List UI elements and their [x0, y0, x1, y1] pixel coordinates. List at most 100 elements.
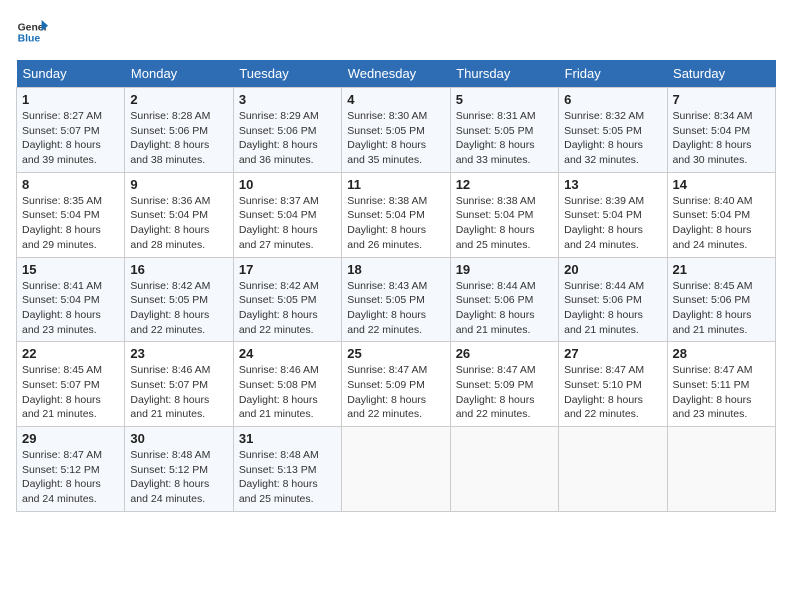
calendar-week-1: 1 Sunrise: 8:27 AM Sunset: 5:07 PM Dayli… [17, 88, 776, 173]
calendar-cell: 24 Sunrise: 8:46 AM Sunset: 5:08 PM Dayl… [233, 342, 341, 427]
day-info: Sunrise: 8:42 AM Sunset: 5:05 PM Dayligh… [130, 279, 227, 338]
day-number: 17 [239, 262, 336, 277]
calendar-cell: 9 Sunrise: 8:36 AM Sunset: 5:04 PM Dayli… [125, 172, 233, 257]
calendar-cell: 2 Sunrise: 8:28 AM Sunset: 5:06 PM Dayli… [125, 88, 233, 173]
day-number: 15 [22, 262, 119, 277]
day-info: Sunrise: 8:47 AM Sunset: 5:11 PM Dayligh… [673, 363, 770, 422]
calendar-cell [342, 427, 450, 512]
calendar-cell: 30 Sunrise: 8:48 AM Sunset: 5:12 PM Dayl… [125, 427, 233, 512]
day-number: 7 [673, 92, 770, 107]
col-friday: Friday [559, 60, 667, 88]
calendar-cell: 5 Sunrise: 8:31 AM Sunset: 5:05 PM Dayli… [450, 88, 558, 173]
calendar-cell: 31 Sunrise: 8:48 AM Sunset: 5:13 PM Dayl… [233, 427, 341, 512]
day-info: Sunrise: 8:28 AM Sunset: 5:06 PM Dayligh… [130, 109, 227, 168]
logo: General Blue [16, 16, 48, 48]
day-info: Sunrise: 8:46 AM Sunset: 5:07 PM Dayligh… [130, 363, 227, 422]
day-number: 9 [130, 177, 227, 192]
day-info: Sunrise: 8:47 AM Sunset: 5:09 PM Dayligh… [347, 363, 444, 422]
calendar-cell: 7 Sunrise: 8:34 AM Sunset: 5:04 PM Dayli… [667, 88, 775, 173]
day-number: 6 [564, 92, 661, 107]
day-number: 2 [130, 92, 227, 107]
calendar-cell: 6 Sunrise: 8:32 AM Sunset: 5:05 PM Dayli… [559, 88, 667, 173]
day-number: 22 [22, 346, 119, 361]
day-number: 31 [239, 431, 336, 446]
day-number: 21 [673, 262, 770, 277]
day-info: Sunrise: 8:48 AM Sunset: 5:12 PM Dayligh… [130, 448, 227, 507]
day-number: 23 [130, 346, 227, 361]
day-number: 5 [456, 92, 553, 107]
col-tuesday: Tuesday [233, 60, 341, 88]
calendar-cell [450, 427, 558, 512]
calendar-cell: 8 Sunrise: 8:35 AM Sunset: 5:04 PM Dayli… [17, 172, 125, 257]
calendar-cell: 18 Sunrise: 8:43 AM Sunset: 5:05 PM Dayl… [342, 257, 450, 342]
svg-text:Blue: Blue [18, 34, 41, 45]
day-info: Sunrise: 8:32 AM Sunset: 5:05 PM Dayligh… [564, 109, 661, 168]
calendar-cell: 26 Sunrise: 8:47 AM Sunset: 5:09 PM Dayl… [450, 342, 558, 427]
calendar-cell: 17 Sunrise: 8:42 AM Sunset: 5:05 PM Dayl… [233, 257, 341, 342]
day-number: 29 [22, 431, 119, 446]
calendar-cell: 15 Sunrise: 8:41 AM Sunset: 5:04 PM Dayl… [17, 257, 125, 342]
day-number: 24 [239, 346, 336, 361]
day-info: Sunrise: 8:48 AM Sunset: 5:13 PM Dayligh… [239, 448, 336, 507]
calendar-cell: 14 Sunrise: 8:40 AM Sunset: 5:04 PM Dayl… [667, 172, 775, 257]
day-info: Sunrise: 8:41 AM Sunset: 5:04 PM Dayligh… [22, 279, 119, 338]
day-number: 13 [564, 177, 661, 192]
day-info: Sunrise: 8:45 AM Sunset: 5:07 PM Dayligh… [22, 363, 119, 422]
calendar-cell: 21 Sunrise: 8:45 AM Sunset: 5:06 PM Dayl… [667, 257, 775, 342]
day-info: Sunrise: 8:47 AM Sunset: 5:12 PM Dayligh… [22, 448, 119, 507]
day-info: Sunrise: 8:29 AM Sunset: 5:06 PM Dayligh… [239, 109, 336, 168]
calendar-cell: 27 Sunrise: 8:47 AM Sunset: 5:10 PM Dayl… [559, 342, 667, 427]
col-monday: Monday [125, 60, 233, 88]
day-info: Sunrise: 8:42 AM Sunset: 5:05 PM Dayligh… [239, 279, 336, 338]
calendar-cell: 13 Sunrise: 8:39 AM Sunset: 5:04 PM Dayl… [559, 172, 667, 257]
calendar-table: Sunday Monday Tuesday Wednesday Thursday… [16, 60, 776, 512]
day-number: 18 [347, 262, 444, 277]
calendar-cell: 10 Sunrise: 8:37 AM Sunset: 5:04 PM Dayl… [233, 172, 341, 257]
calendar-week-3: 15 Sunrise: 8:41 AM Sunset: 5:04 PM Dayl… [17, 257, 776, 342]
col-saturday: Saturday [667, 60, 775, 88]
calendar-cell [667, 427, 775, 512]
calendar-week-5: 29 Sunrise: 8:47 AM Sunset: 5:12 PM Dayl… [17, 427, 776, 512]
day-number: 14 [673, 177, 770, 192]
day-number: 20 [564, 262, 661, 277]
calendar-cell: 22 Sunrise: 8:45 AM Sunset: 5:07 PM Dayl… [17, 342, 125, 427]
day-number: 19 [456, 262, 553, 277]
day-info: Sunrise: 8:40 AM Sunset: 5:04 PM Dayligh… [673, 194, 770, 253]
col-thursday: Thursday [450, 60, 558, 88]
calendar-cell: 4 Sunrise: 8:30 AM Sunset: 5:05 PM Dayli… [342, 88, 450, 173]
day-number: 8 [22, 177, 119, 192]
day-info: Sunrise: 8:47 AM Sunset: 5:09 PM Dayligh… [456, 363, 553, 422]
calendar-cell: 12 Sunrise: 8:38 AM Sunset: 5:04 PM Dayl… [450, 172, 558, 257]
day-number: 16 [130, 262, 227, 277]
calendar-week-4: 22 Sunrise: 8:45 AM Sunset: 5:07 PM Dayl… [17, 342, 776, 427]
day-number: 11 [347, 177, 444, 192]
day-info: Sunrise: 8:30 AM Sunset: 5:05 PM Dayligh… [347, 109, 444, 168]
day-info: Sunrise: 8:35 AM Sunset: 5:04 PM Dayligh… [22, 194, 119, 253]
day-number: 3 [239, 92, 336, 107]
day-number: 27 [564, 346, 661, 361]
day-info: Sunrise: 8:37 AM Sunset: 5:04 PM Dayligh… [239, 194, 336, 253]
day-number: 26 [456, 346, 553, 361]
day-info: Sunrise: 8:31 AM Sunset: 5:05 PM Dayligh… [456, 109, 553, 168]
calendar-cell: 16 Sunrise: 8:42 AM Sunset: 5:05 PM Dayl… [125, 257, 233, 342]
calendar-cell: 19 Sunrise: 8:44 AM Sunset: 5:06 PM Dayl… [450, 257, 558, 342]
calendar-cell: 29 Sunrise: 8:47 AM Sunset: 5:12 PM Dayl… [17, 427, 125, 512]
calendar-cell: 28 Sunrise: 8:47 AM Sunset: 5:11 PM Dayl… [667, 342, 775, 427]
day-number: 12 [456, 177, 553, 192]
day-number: 1 [22, 92, 119, 107]
day-number: 25 [347, 346, 444, 361]
calendar-cell [559, 427, 667, 512]
day-number: 10 [239, 177, 336, 192]
day-info: Sunrise: 8:36 AM Sunset: 5:04 PM Dayligh… [130, 194, 227, 253]
header-row: Sunday Monday Tuesday Wednesday Thursday… [17, 60, 776, 88]
calendar-cell: 25 Sunrise: 8:47 AM Sunset: 5:09 PM Dayl… [342, 342, 450, 427]
calendar-cell: 3 Sunrise: 8:29 AM Sunset: 5:06 PM Dayli… [233, 88, 341, 173]
col-wednesday: Wednesday [342, 60, 450, 88]
day-info: Sunrise: 8:38 AM Sunset: 5:04 PM Dayligh… [456, 194, 553, 253]
col-sunday: Sunday [17, 60, 125, 88]
day-info: Sunrise: 8:43 AM Sunset: 5:05 PM Dayligh… [347, 279, 444, 338]
day-info: Sunrise: 8:44 AM Sunset: 5:06 PM Dayligh… [564, 279, 661, 338]
calendar-cell: 11 Sunrise: 8:38 AM Sunset: 5:04 PM Dayl… [342, 172, 450, 257]
logo-icon: General Blue [16, 16, 48, 48]
calendar-cell: 20 Sunrise: 8:44 AM Sunset: 5:06 PM Dayl… [559, 257, 667, 342]
